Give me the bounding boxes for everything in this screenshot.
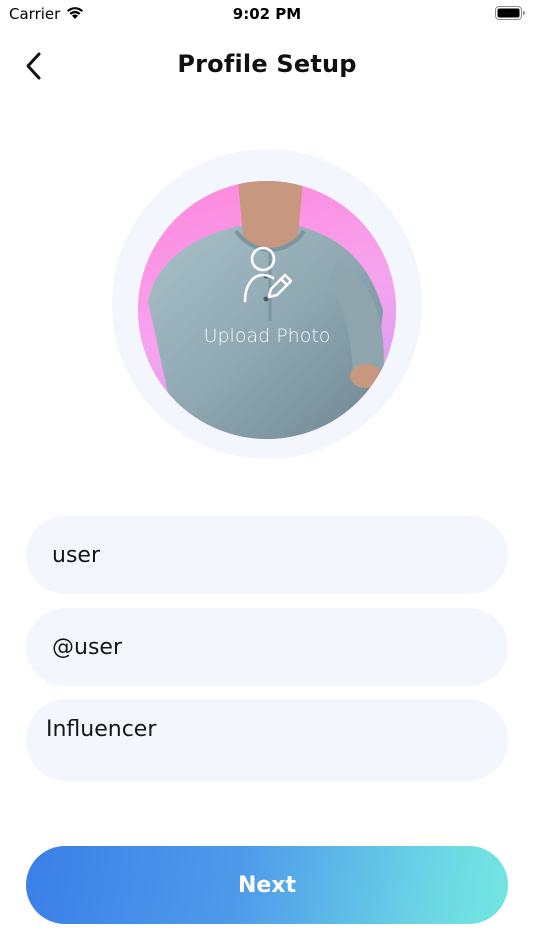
avatar-upload[interactable]: Upload Photo: [138, 181, 396, 439]
name-input[interactable]: [52, 542, 508, 568]
next-button[interactable]: Next: [26, 846, 508, 924]
upload-overlay: Upload Photo: [138, 245, 396, 347]
navigation-bar: Profile Setup: [0, 40, 534, 92]
page-title: Profile Setup: [177, 50, 357, 78]
next-button-label: Next: [237, 872, 297, 898]
username-field[interactable]: [26, 608, 508, 686]
status-time: 9:02 PM: [232, 5, 302, 23]
username-input[interactable]: [52, 634, 508, 660]
name-field[interactable]: [26, 516, 508, 594]
category-input[interactable]: [46, 717, 508, 742]
battery-icon: [495, 6, 525, 20]
upload-photo-label: Upload Photo: [203, 325, 331, 347]
category-field[interactable]: [26, 699, 508, 781]
user-edit-icon: [243, 246, 293, 303]
status-bar: Carrier 9:02 PM: [0, 0, 534, 28]
